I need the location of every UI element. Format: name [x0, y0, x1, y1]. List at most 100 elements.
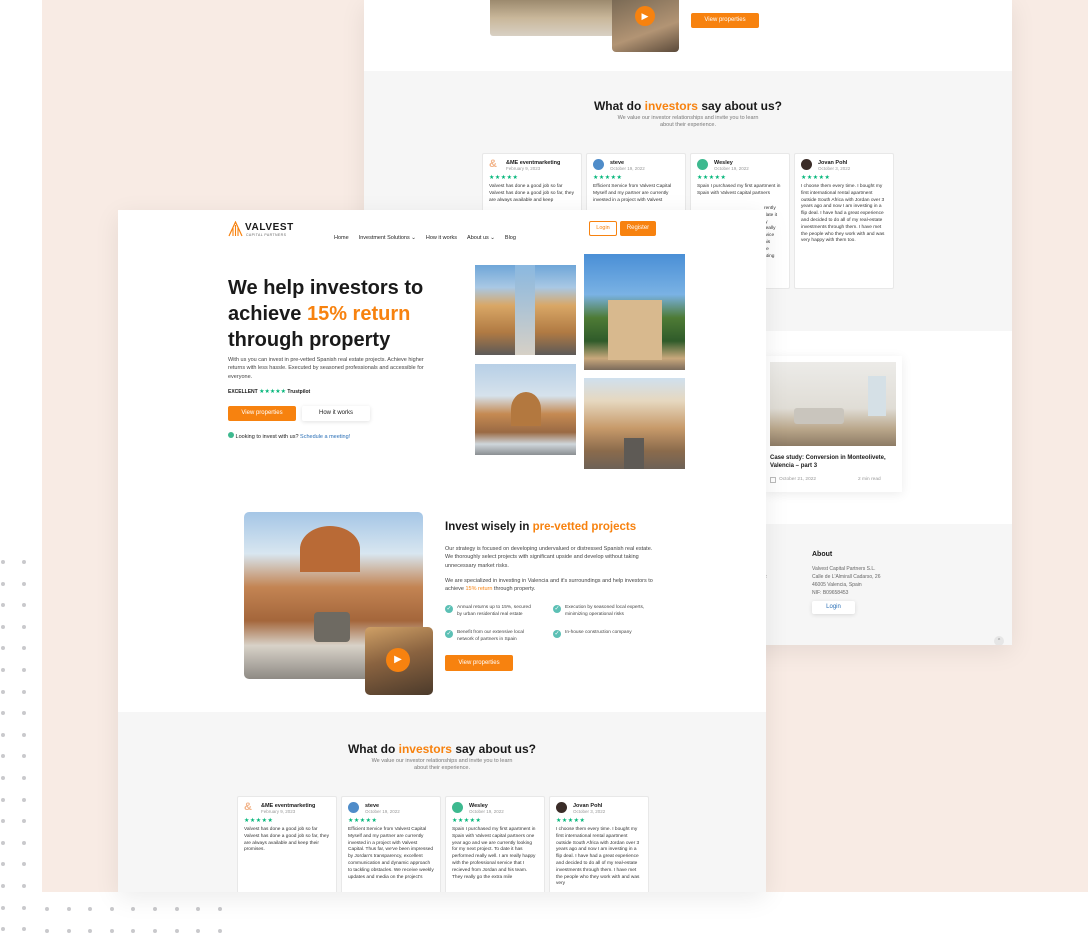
dot	[153, 929, 157, 933]
feature-item: ✓ Annual returns up to 15%, secured by ur…	[445, 605, 531, 617]
trustpilot-stars-icon: ★★★★★	[348, 818, 378, 824]
front-page-screenshot: VALVEST CAPITAL PARTNERS Home Investment …	[118, 210, 766, 892]
dot	[1, 862, 5, 867]
main-nav: Home Investment Solutions ⌄ How it works Ab…	[334, 226, 526, 244]
nav-blog[interactable]: Blog	[505, 235, 516, 241]
about-heading: About	[812, 551, 833, 558]
nav-home[interactable]: Home	[334, 235, 349, 241]
back-view-properties-button[interactable]: View properties	[691, 13, 759, 28]
dot	[22, 905, 26, 910]
hero-heading: We help investors to achieve 15% return …	[228, 277, 424, 351]
trustpilot-stars-icon: ★★★★★	[259, 389, 287, 395]
dot	[1, 711, 5, 716]
trustpilot-rating[interactable]: EXCELLENT ★★★★★ Trustpilot	[228, 388, 310, 395]
avatar	[556, 802, 567, 813]
dot	[22, 797, 26, 802]
check-icon: ✓	[445, 630, 453, 638]
footer-login-button[interactable]: Login	[812, 601, 855, 614]
dot	[217, 929, 222, 933]
dot	[22, 732, 26, 737]
feature-item: ✓ Execution by seasoned local experts, mi…	[553, 605, 645, 617]
back-blog-card[interactable]: Case study: Conversion in Monteolivete, …	[764, 356, 902, 492]
review-card: Jovan Pohl October 3, 2022 ★★★★★ I choose…	[549, 796, 649, 892]
hero-view-properties-button[interactable]: View properties	[228, 406, 296, 421]
dot	[22, 776, 26, 780]
review-text-fragments: rentlydate itlyreallyrvicehisileating	[764, 206, 778, 259]
dot	[1, 624, 5, 629]
dot	[22, 560, 26, 564]
dot	[22, 840, 26, 845]
dot	[88, 929, 93, 933]
scroll-to-top-icon[interactable]: ^	[994, 636, 1004, 645]
schedule-meeting-link[interactable]: Schedule a meeting!	[300, 434, 350, 440]
hero-photo-street	[475, 265, 576, 355]
hero-photo-palms	[584, 254, 685, 370]
login-button[interactable]: Login	[589, 221, 617, 236]
dot	[109, 907, 114, 911]
dot	[22, 603, 26, 608]
avatar	[801, 159, 812, 170]
back-reviews-title: What do investors say about us?	[593, 99, 783, 113]
nav-how-it-works[interactable]: How it works	[426, 235, 457, 241]
dot	[22, 668, 26, 672]
dot	[45, 929, 49, 933]
amp-logo-icon: &	[489, 159, 500, 170]
hero-photo-fountain	[475, 364, 576, 455]
check-icon: ✓	[445, 605, 453, 613]
dot	[22, 689, 26, 694]
hero-photo-buildings	[584, 378, 685, 469]
dot	[1, 732, 5, 737]
check-icon: ✓	[553, 630, 561, 638]
dot	[45, 907, 49, 911]
chevron-down-icon: ⌄	[411, 235, 416, 241]
play-button-icon[interactable]: ▶	[635, 6, 655, 26]
review-card: steve October 19, 2022 ★★★★★ Efficient Se…	[341, 796, 441, 892]
dot	[66, 929, 71, 933]
trustpilot-stars-icon: ★★★★★	[801, 175, 831, 181]
amp-logo-icon: &	[244, 802, 255, 813]
blog-title[interactable]: Case study: Conversion in Monteolivete, …	[770, 454, 890, 471]
register-button[interactable]: Register	[620, 221, 656, 236]
nav-investment-solutions[interactable]: Investment Solutions ⌄	[359, 235, 416, 241]
dot	[1, 797, 5, 802]
dot	[22, 624, 26, 629]
dot	[1, 560, 5, 564]
check-icon: ✓	[553, 605, 561, 613]
about-address: Valvest Capital Partners S.L. Calle de L'…	[812, 566, 881, 596]
play-button-icon[interactable]: ▶	[386, 648, 410, 672]
back-reviews-subtitle: We value our investor relationships and …	[617, 115, 759, 129]
dot	[1, 668, 5, 672]
dot	[131, 929, 136, 933]
invest-heading: Invest wisely in pre-vetted projects	[445, 521, 637, 533]
chevron-down-icon: ⌄	[490, 235, 495, 241]
avatar	[697, 159, 708, 170]
back-video-thumbnail: ▶	[612, 0, 679, 52]
logo-mark-icon	[228, 220, 243, 237]
blog-read-time: 2 min read	[858, 477, 881, 482]
dot	[174, 907, 179, 911]
dot	[1, 689, 5, 694]
invest-view-properties-button[interactable]: View properties	[445, 655, 513, 671]
feature-item: ✓ Benefit from our extensive local networ…	[445, 630, 524, 642]
living-room-photo	[770, 362, 896, 446]
avatar	[348, 802, 359, 813]
dot	[1, 927, 5, 932]
hero-description: With us you can invest in pre-vetted Spa…	[228, 357, 424, 380]
dot	[196, 907, 201, 911]
trustpilot-stars-icon: ★★★★★	[697, 175, 727, 181]
hero-how-it-works-button[interactable]: How it works	[302, 406, 370, 421]
dot	[109, 929, 114, 933]
nav-about-us[interactable]: About us ⌄	[467, 235, 495, 241]
blog-date: October 21, 2022	[779, 477, 817, 482]
logo-subtitle: CAPITAL PARTNERS	[246, 233, 287, 237]
back-review-card: steve October 19, 2022 ★★★★★ Efficient Se…	[586, 153, 686, 213]
dot	[22, 581, 26, 586]
trustpilot-stars-icon: ★★★★★	[489, 175, 519, 181]
dot	[88, 907, 93, 911]
back-review-card: Jovan Pohl October 3, 2022 ★★★★★ I choose…	[794, 153, 894, 289]
trustpilot-stars-icon: ★★★★★	[452, 818, 482, 824]
dot	[22, 819, 26, 824]
dot	[1, 581, 5, 586]
trustpilot-stars-icon: ★★★★★	[556, 818, 586, 824]
invest-video-thumbnail[interactable]: ▶	[365, 627, 433, 695]
